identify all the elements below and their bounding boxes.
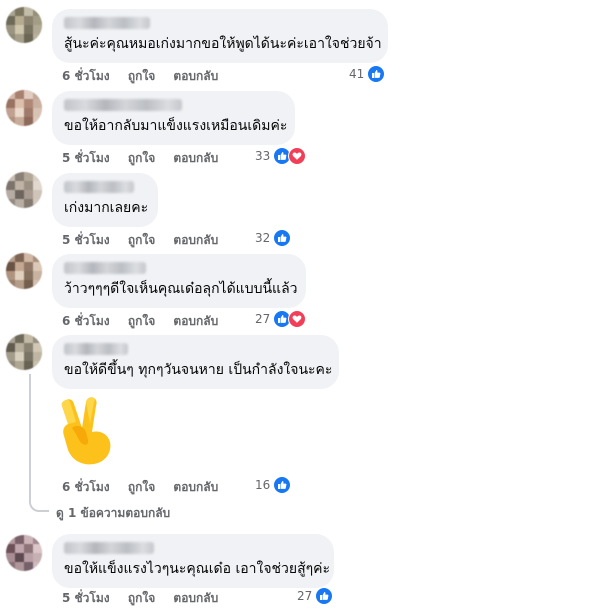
- reaction-summary[interactable]: 33: [255, 147, 307, 165]
- timestamp[interactable]: 5 ชั่วโมง: [62, 591, 110, 605]
- reaction-summary[interactable]: 16: [255, 476, 292, 494]
- reaction-summary[interactable]: 27: [297, 587, 334, 605]
- comment-bubble: เก่งมากเลยคะ: [52, 173, 158, 227]
- like-button[interactable]: ถูกใจ: [128, 69, 155, 83]
- comment-bubble: ขอให้อากลับมาแข็งแรงเหมือนเดิมค่ะ: [52, 91, 295, 145]
- avatar[interactable]: [6, 172, 42, 208]
- comment-actions: 5 ชั่วโมง ถูกใจ ตอบกลับ: [62, 589, 232, 608]
- thumbs-up-icon: [367, 65, 386, 83]
- timestamp[interactable]: 5 ชั่วโมง: [62, 151, 110, 165]
- like-button[interactable]: ถูกใจ: [128, 591, 155, 605]
- like-button[interactable]: ถูกใจ: [128, 233, 155, 247]
- timestamp[interactable]: 5 ชั่วโมง: [62, 233, 110, 247]
- comment-text: ขอให้แข็งแรงไวๆนะคุณเด๋อ เอาใจช่วยสู้ๆค่…: [64, 561, 331, 577]
- author-name[interactable]: [64, 343, 128, 355]
- reaction-count: 41: [349, 67, 365, 81]
- author-name[interactable]: [64, 17, 150, 29]
- reaction-summary[interactable]: 32: [255, 229, 292, 247]
- comment-text: ว้าวๆๆๆดีใจเห็นคุณเด๋อลุกได้แบบนี้แล้ว: [64, 281, 298, 297]
- comment-actions: 5 ชั่วโมง ถูกใจ ตอบกลับ: [62, 231, 232, 250]
- reaction-summary[interactable]: 27: [255, 310, 307, 328]
- comment-text: ขอให้อากลับมาแข็งแรงเหมือนเดิมค่ะ: [64, 118, 288, 134]
- victory-hand-emoji: [56, 394, 118, 470]
- timestamp[interactable]: 6 ชั่วโมง: [62, 69, 110, 83]
- like-button[interactable]: ถูกใจ: [128, 314, 155, 328]
- comment-bubble: สู้นะค่ะคุณหมอเก่งมากขอให้พูดได้นะค่ะเอา…: [52, 9, 388, 63]
- like-button[interactable]: ถูกใจ: [128, 480, 155, 494]
- reply-button[interactable]: ตอบกลับ: [173, 151, 218, 165]
- comment-actions: 6 ชั่วโมง ถูกใจ ตอบกลับ: [62, 312, 232, 331]
- comment-bubble: ขอให้ดีขึ้นๆ ทุกๆวันจนหาย เป็นกำลังใจนะค…: [52, 335, 339, 389]
- avatar[interactable]: [6, 535, 42, 571]
- heart-icon: [288, 310, 307, 328]
- comment-text: ขอให้ดีขึ้นๆ ทุกๆวันจนหาย เป็นกำลังใจนะค…: [64, 362, 333, 378]
- thumbs-up-icon: [315, 587, 334, 605]
- comment-actions: 6 ชั่วโมง ถูกใจ ตอบกลับ: [62, 478, 232, 497]
- comment-text: สู้นะค่ะคุณหมอเก่งมากขอให้พูดได้นะค่ะเอา…: [64, 36, 382, 52]
- reply-button[interactable]: ตอบกลับ: [173, 591, 218, 605]
- comment-bubble: ว้าวๆๆๆดีใจเห็นคุณเด๋อลุกได้แบบนี้แล้ว: [52, 254, 306, 308]
- comment-bubble: ขอให้แข็งแรงไวๆนะคุณเด๋อ เอาใจช่วยสู้ๆค่…: [52, 534, 334, 588]
- thread-connector: [29, 496, 49, 512]
- reaction-count: 32: [255, 231, 271, 245]
- thumbs-up-icon: [273, 476, 292, 494]
- author-name[interactable]: [64, 181, 134, 193]
- reaction-count: 27: [297, 589, 313, 603]
- thread-line: [29, 374, 31, 498]
- reaction-count: 27: [255, 312, 271, 326]
- timestamp[interactable]: 6 ชั่วโมง: [62, 480, 110, 494]
- view-replies-link[interactable]: ดู 1 ข้อความตอบกลับ: [56, 504, 170, 523]
- reaction-count: 33: [255, 149, 271, 163]
- reaction-count: 16: [255, 478, 271, 492]
- thumbs-up-icon: [273, 229, 292, 247]
- reply-button[interactable]: ตอบกลับ: [173, 69, 218, 83]
- comment-text: เก่งมากเลยคะ: [64, 200, 149, 216]
- avatar[interactable]: [6, 7, 42, 43]
- reaction-summary[interactable]: 41: [349, 65, 386, 83]
- comment-actions: 5 ชั่วโมง ถูกใจ ตอบกลับ: [62, 149, 232, 168]
- author-name[interactable]: [64, 262, 146, 274]
- reply-button[interactable]: ตอบกลับ: [173, 233, 218, 247]
- author-name[interactable]: [64, 542, 154, 554]
- reply-button[interactable]: ตอบกลับ: [173, 480, 218, 494]
- timestamp[interactable]: 6 ชั่วโมง: [62, 314, 110, 328]
- comment-actions: 6 ชั่วโมง ถูกใจ ตอบกลับ: [62, 67, 232, 86]
- heart-icon: [288, 147, 307, 165]
- avatar[interactable]: [6, 253, 42, 289]
- avatar[interactable]: [6, 90, 42, 126]
- like-button[interactable]: ถูกใจ: [128, 151, 155, 165]
- reply-button[interactable]: ตอบกลับ: [173, 314, 218, 328]
- author-name[interactable]: [64, 99, 182, 111]
- avatar[interactable]: [6, 334, 42, 370]
